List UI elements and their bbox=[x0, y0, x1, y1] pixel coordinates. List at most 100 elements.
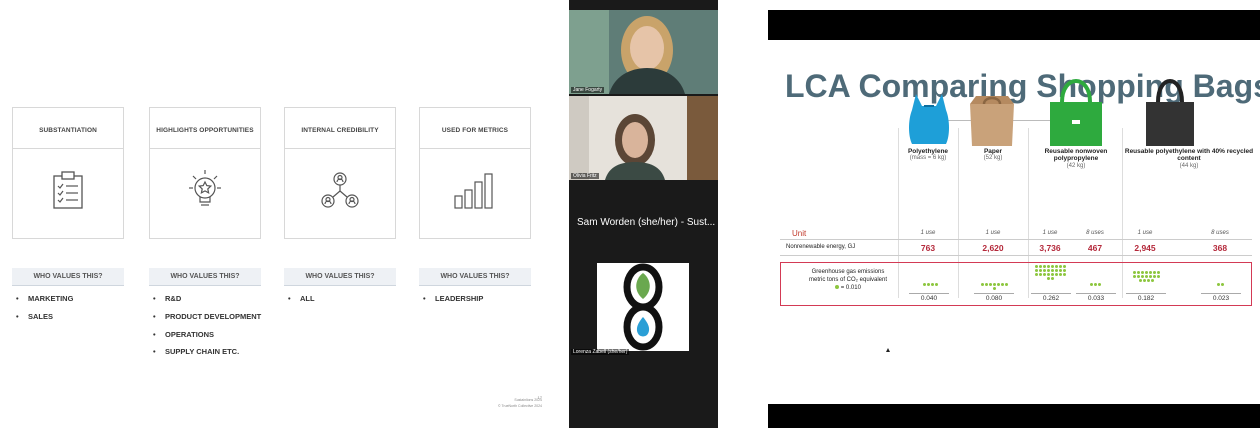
card-title: SUBSTANTIATION bbox=[39, 127, 97, 135]
ghg-dot bbox=[1062, 265, 1066, 268]
footer-line: © TrueNorth Collective 2024 bbox=[497, 403, 542, 408]
participant-video bbox=[569, 96, 718, 180]
bag-name: Reusable nonwoven polypropylene bbox=[1044, 148, 1108, 163]
ghg-value: 0.262 bbox=[1031, 293, 1071, 302]
ghg-dot bbox=[1038, 269, 1042, 272]
recycled-bag-icon bbox=[1146, 79, 1194, 146]
participant-tile[interactable]: Olivia Fritz bbox=[569, 96, 718, 180]
ghg-dot bbox=[1156, 271, 1160, 274]
bag-label: Reusable nonwoven polypropylene (42 kg) bbox=[1030, 148, 1122, 170]
list-item: ALL bbox=[288, 294, 398, 304]
divider bbox=[285, 148, 395, 149]
ghg-dots bbox=[1213, 283, 1227, 286]
ghg-dot bbox=[1058, 273, 1062, 276]
ghg-dot bbox=[1220, 283, 1224, 286]
ghg-dot bbox=[1152, 275, 1156, 278]
unit-row: Unit 1 use 1 use 1 use 8 uses 1 use 8 us… bbox=[780, 228, 1252, 240]
ghg-dot bbox=[1054, 273, 1058, 276]
slide-footer: Sustainlions 2024 © TrueNorth Collective… bbox=[498, 398, 542, 409]
card-highlights: HIGHLIGHTS OPPORTUNITIES bbox=[149, 107, 261, 239]
ghg-dot bbox=[1034, 269, 1038, 272]
ghg-dot bbox=[1042, 265, 1046, 268]
energy-value: 2,945 bbox=[1134, 243, 1156, 253]
participant-video-strip: Jane Fogarty Olivia Fritz Sam Worden (sh… bbox=[569, 0, 718, 428]
participant-name: Jane Fogarty bbox=[571, 87, 605, 93]
lightbulb-star-icon bbox=[150, 160, 260, 220]
participant-video bbox=[569, 10, 718, 94]
bag-name: Reusable polyethylene with 40% recycled … bbox=[1124, 148, 1254, 163]
ghg-dot bbox=[1138, 279, 1142, 282]
ghg-dot bbox=[1042, 273, 1046, 276]
ghg-dot bbox=[1156, 275, 1160, 278]
ghg-dot bbox=[926, 283, 930, 286]
bullet-list: ALL bbox=[288, 294, 398, 312]
ghg-dot bbox=[1034, 265, 1038, 268]
ghg-dot bbox=[1000, 283, 1004, 286]
bar-chart-icon bbox=[420, 160, 530, 220]
ghg-dot bbox=[992, 287, 996, 290]
ghg-dot bbox=[922, 283, 926, 286]
bullet-list: MARKETING SALES bbox=[16, 294, 126, 330]
ghg-dot bbox=[1054, 265, 1058, 268]
ghg-dots bbox=[1034, 265, 1066, 280]
ghg-dot bbox=[1097, 283, 1101, 286]
use-cell: 1 use bbox=[1042, 230, 1058, 236]
paper-bag-icon bbox=[970, 96, 1014, 146]
participant-name: Olivia Fritz bbox=[571, 173, 599, 179]
card-metrics: USED FOR METRICS bbox=[419, 107, 531, 239]
ghg-dots bbox=[919, 283, 941, 286]
ghg-dot bbox=[1089, 283, 1093, 286]
use-cell: 1 use bbox=[920, 230, 936, 236]
card-title: HIGHLIGHTS OPPORTUNITIES bbox=[156, 127, 254, 135]
mouse-cursor-icon bbox=[886, 348, 890, 352]
clipboard-checklist-icon bbox=[13, 160, 123, 220]
shared-slide-left: SUBSTANTIATION WHO VALUES THIS? MARKETIN… bbox=[0, 0, 568, 428]
ghg-dot bbox=[1146, 279, 1150, 282]
ghg-label-line: metric tons of CO₂ equivalent bbox=[808, 276, 888, 283]
ghg-dot bbox=[1050, 269, 1054, 272]
list-item: OPERATIONS bbox=[153, 330, 263, 340]
card-title: USED FOR METRICS bbox=[441, 127, 509, 135]
legend-dot bbox=[835, 284, 840, 289]
bullet-list: R&D PRODUCT DEVELOPMENT OPERATIONS SUPPL… bbox=[153, 294, 263, 365]
ghg-dot bbox=[1148, 271, 1152, 274]
ghg-dot bbox=[1062, 269, 1066, 272]
bullet-list: LEADERSHIP bbox=[423, 294, 533, 312]
ghg-label-line: Greenhouse gas emissions bbox=[811, 269, 885, 275]
participant-tile[interactable]: Lorenza Zabell (she/her) bbox=[569, 261, 718, 356]
bag-mass: (42 kg) bbox=[1066, 162, 1086, 169]
lca-slide: LCA Comparing Shopping Bags Polyethylene… bbox=[768, 40, 1260, 404]
ghg-value: 0.023 bbox=[1201, 293, 1241, 302]
ghg-dots bbox=[979, 283, 1009, 290]
list-item: R&D bbox=[153, 294, 263, 304]
participant-name: Lorenza Zabell (she/her) bbox=[571, 349, 630, 355]
ghg-dot bbox=[1142, 279, 1146, 282]
ghg-dot bbox=[1050, 265, 1054, 268]
ghg-legend: = 0.010 bbox=[787, 284, 909, 293]
ghg-dot bbox=[1136, 275, 1140, 278]
bag-mass: (52 kg) bbox=[983, 155, 1003, 162]
use-cell: 1 use bbox=[1137, 230, 1153, 236]
ghg-dot bbox=[1046, 277, 1050, 280]
ghg-dot bbox=[988, 283, 992, 286]
ghg-dot bbox=[1004, 283, 1008, 286]
ghg-dot bbox=[1042, 269, 1046, 272]
ghg-dot bbox=[1046, 273, 1050, 276]
participant-tile[interactable]: Jane Fogarty bbox=[569, 10, 718, 94]
polyethylene-bag-icon bbox=[909, 94, 949, 144]
participant-logo bbox=[597, 263, 689, 351]
ghg-dot bbox=[1150, 279, 1154, 282]
who-values-label: WHO VALUES THIS? bbox=[12, 268, 124, 286]
ghg-value: 0.033 bbox=[1076, 293, 1116, 302]
bag-mass: (44 kg) bbox=[1179, 162, 1199, 169]
divider bbox=[420, 148, 530, 149]
ghg-dot bbox=[1062, 273, 1066, 276]
nonwoven-bag-icon bbox=[1050, 79, 1102, 146]
ghg-dot bbox=[1140, 275, 1144, 278]
ghg-dot bbox=[1050, 273, 1054, 276]
shared-slide-right: LCA Comparing Shopping Bags Polyethylene… bbox=[768, 10, 1260, 428]
legend-text: = 0.010 bbox=[840, 284, 861, 291]
use-cell: 1 use bbox=[985, 230, 1001, 236]
ghg-dot bbox=[1054, 269, 1058, 272]
ghg-dot bbox=[1058, 265, 1062, 268]
